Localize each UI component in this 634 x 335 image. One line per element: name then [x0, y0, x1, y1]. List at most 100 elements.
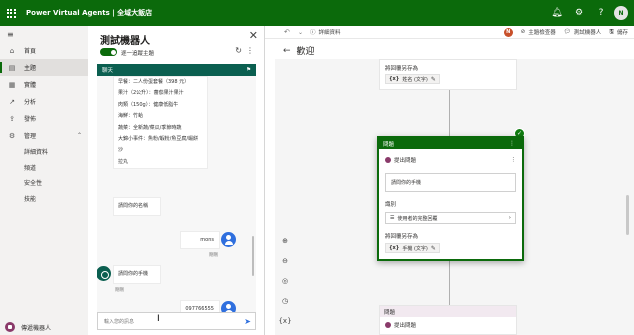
save-as-label: 將回覆另存為 — [385, 66, 419, 72]
nav-item-publish[interactable]: ⇪ 發佈 — [0, 110, 88, 127]
question-node[interactable]: 問題 ⋮ 提出問題 ⋮ 請問你的手機 識別 ☰ 使用者的完整回覆 › 將回覆另存… — [377, 136, 524, 261]
chat-scrollbar[interactable] — [252, 236, 254, 276]
track-topics-toggle[interactable] — [100, 48, 117, 56]
refresh-icon[interactable]: ↻ — [235, 46, 242, 55]
info-icon: ⓘ — [310, 30, 316, 36]
node-card-bottom[interactable]: 問題 提出問題 — [379, 305, 517, 335]
gear-icon[interactable]: ⚙︎ — [568, 0, 590, 26]
editor-avatar[interactable]: N — [503, 27, 513, 37]
bell-icon[interactable]: 🔔︎ — [546, 0, 568, 26]
save-button[interactable]: 🖫︎ 儲存 — [609, 28, 628, 37]
chat-input-placeholder: 輸入您的訊息 — [104, 318, 135, 325]
help-icon[interactable]: ? — [590, 0, 612, 26]
test-panel-title: 測試機器人 — [100, 36, 150, 47]
flag-icon[interactable]: ⚑ — [246, 67, 251, 73]
menu-line: 拉丸 — [118, 158, 129, 165]
nav-sub-security[interactable]: 安全性 — [0, 175, 88, 191]
analytics-icon: ↗ — [9, 97, 15, 106]
question-dot-icon — [385, 157, 391, 163]
save-icon: 🖫︎ — [609, 28, 614, 35]
menu-line: 海鮮：竹蛤 — [118, 113, 144, 120]
variable-name: 姓名 (文字) — [402, 76, 428, 83]
menu-line: 蔬菜：全新蔬/菜瓜/季節時蔬 — [118, 124, 182, 131]
ask-question-row: 提出問題 — [385, 321, 416, 329]
user-message: mons — [180, 231, 220, 249]
list-icon: ☰ — [390, 215, 395, 221]
chat-transcript: 早餐：二人份蛋套餐（398 元） 果汁（2公升）：蕃茄果汁果汁 肉類（150g）… — [97, 76, 256, 330]
save-label: 儲存 — [616, 30, 628, 36]
bot-message-menu: 早餐：二人份蛋套餐（398 元） 果汁（2公升）：蕃茄果汁果汁 肉類（150g）… — [113, 76, 208, 169]
variable-chip[interactable]: {x} 姓名 (文字) ✎ — [385, 74, 440, 84]
zoom-in-icon[interactable]: ⊕ — [278, 231, 292, 251]
nav-item-manage[interactable]: ⚙ 管理 ⌃ — [0, 127, 88, 144]
hamburger-icon[interactable]: ≡ — [0, 26, 88, 42]
chevron-right-icon: › — [508, 215, 511, 221]
details-button[interactable]: ⓘ 詳細資料 — [310, 28, 341, 36]
nav-item-analytics[interactable]: ↗ 分析 — [0, 93, 88, 110]
chevron-down-icon[interactable]: ⌄ — [298, 29, 303, 36]
toolbar-right: N ⊘ 主題檢查器 💬︎ 測試機器人 🖫︎ 儲存 — [503, 27, 628, 37]
zoom-out-icon[interactable]: ⊖ — [278, 251, 292, 271]
menu-line: 肉類（150g）：健康低脂牛 — [118, 101, 179, 108]
chat-header-label: 聊天 — [102, 68, 114, 74]
recenter-icon[interactable]: ◎ — [278, 271, 292, 291]
more-icon[interactable]: ⋮ — [511, 157, 517, 163]
nav-item-label: 發佈 — [24, 116, 37, 123]
app-title: Power Virtual Agents | 全域大飯店 — [26, 9, 153, 17]
nav-item-label: 實體 — [24, 82, 37, 89]
more-icon[interactable]: ⋮ — [246, 46, 254, 55]
pencil-icon[interactable]: ✎ — [431, 245, 436, 252]
pencil-icon[interactable]: ✎ — [431, 76, 436, 83]
identify-select[interactable]: ☰ 使用者的完整回覆 › — [385, 212, 516, 224]
question-text-field[interactable]: 請問你的手機 — [385, 173, 516, 192]
nav-sub-skills[interactable]: 技能 — [0, 191, 88, 207]
left-nav: ≡ ⌂ 首頁 ▤ 主題 ▦ 實體 ↗ 分析 ⇪ 發佈 ⚙ 管理 ⌃ 詳細資料 頻… — [0, 26, 88, 335]
text-cursor-icon: I — [157, 314, 160, 324]
bot-name: 傳遞機器人 — [21, 324, 52, 332]
nav-sub-channels[interactable]: 頻道 — [0, 160, 88, 176]
close-icon[interactable]: ✕ — [249, 29, 258, 42]
chat-icon: 💬︎ — [563, 29, 571, 35]
variable-chip[interactable]: {x} 手機 (文字) ✎ — [385, 243, 440, 253]
nav-sub-details[interactable]: 詳細資料 — [0, 144, 88, 160]
node-card-top[interactable]: 將回覆另存為 {x} 姓名 (文字) ✎ — [379, 59, 517, 90]
identify-label: 識別 — [385, 202, 397, 208]
send-icon[interactable]: ➤ — [244, 317, 251, 326]
back-arrow-icon[interactable]: ← — [283, 46, 291, 56]
entities-icon: ▦ — [8, 80, 16, 89]
nav-item-entities[interactable]: ▦ 實體 — [0, 76, 88, 93]
canvas-scrollbar[interactable] — [626, 195, 629, 235]
bot-message: 請問你的手機 — [113, 265, 161, 284]
menu-line: 早餐：二人份蛋套餐（398 元） — [118, 79, 190, 85]
top-bar: Power Virtual Agents | 全域大飯店 🔔︎ ⚙︎ ? N — [0, 0, 634, 26]
ask-question-label: 提出問題 — [394, 158, 417, 164]
history-icon[interactable]: ◷ — [278, 291, 292, 311]
user-avatar[interactable]: N — [614, 6, 628, 20]
topic-checker-button[interactable]: ⊘ 主題檢查器 — [521, 28, 556, 36]
flow-connector — [449, 261, 450, 305]
more-icon[interactable]: ⋮ — [509, 140, 515, 147]
message-timestamp: 剛剛 — [115, 288, 124, 293]
question-node-title: 問題 — [383, 141, 395, 148]
bot-message: 請問你的名稱 — [113, 197, 161, 216]
canvas-tools: ⊕ ⊖ ◎ ◷ {x} — [278, 231, 292, 331]
app-launcher-icon[interactable] — [0, 0, 22, 26]
breadcrumb: ← 歡迎 — [283, 44, 315, 58]
test-bot-button[interactable]: 💬︎ 測試機器人 — [564, 28, 602, 36]
nav-item-label: 主題 — [24, 65, 37, 72]
chat-input[interactable]: 輸入您的訊息 ➤ — [97, 312, 256, 330]
topics-icon: ▤ — [8, 63, 16, 72]
undo-icon[interactable]: ↶ — [284, 28, 290, 36]
top-icons: 🔔︎ ⚙︎ ? N — [546, 0, 634, 26]
nav-item-label: 管理 — [24, 133, 37, 140]
nav-item-home[interactable]: ⌂ 首頁 — [0, 42, 88, 59]
nav-item-topics[interactable]: ▤ 主題 — [0, 59, 88, 76]
track-topics-label: 逐一追蹤主題 — [121, 51, 155, 57]
menu-line: 大錦小事件：魚粉/蝦粉/魚豆腐/蝦餅沙 — [118, 136, 199, 154]
checker-icon: ⊘ — [520, 29, 526, 35]
bot-avatar-icon — [97, 266, 111, 281]
question-node-header: 問題 ⋮ — [379, 138, 522, 149]
authoring-toolbar: ↶ ⌄ ⓘ 詳細資料 N ⊘ 主題檢查器 💬︎ 測試機器人 🖫︎ 儲存 — [265, 26, 634, 39]
variables-icon[interactable]: {x} — [278, 311, 292, 331]
bot-switcher[interactable]: 傳遞機器人 — [0, 319, 88, 335]
